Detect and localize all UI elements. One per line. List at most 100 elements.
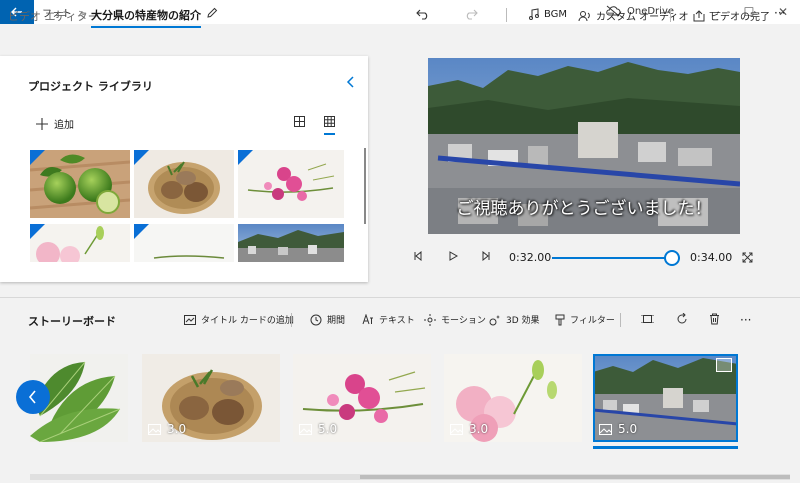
3d-effects-button[interactable]: 3D 効果 <box>489 313 540 326</box>
resize-icon <box>641 315 654 323</box>
library-item-lisianthus[interactable] <box>30 224 130 262</box>
clip-duration-value: 3.0 <box>167 422 187 436</box>
bgm-button[interactable]: BGM <box>528 8 567 20</box>
filters-button[interactable]: フィルター <box>555 313 615 326</box>
filters-label: フィルター <box>570 316 615 326</box>
grid-small-icon <box>324 116 335 127</box>
redo-button[interactable] <box>464 8 478 20</box>
rotate-icon <box>677 313 687 324</box>
finish-video-label: ビデオの完了 <box>710 12 770 23</box>
storyboard-divider <box>0 297 800 298</box>
redo-icon <box>466 9 478 20</box>
citrus-photo <box>30 150 130 218</box>
rename-button[interactable] <box>206 7 218 22</box>
motion-icon <box>424 313 436 326</box>
resize-button[interactable] <box>641 313 654 325</box>
undo-icon <box>416 9 428 20</box>
duration-label: 期間 <box>327 316 346 326</box>
clip-duration: 5.0 <box>299 422 337 436</box>
storyboard-more-button[interactable]: ··· <box>740 313 751 327</box>
clip-duration-value: 5.0 <box>618 422 638 436</box>
clip-select-checkbox[interactable] <box>716 358 732 372</box>
seek-slider[interactable] <box>552 250 681 266</box>
bgm-label: BGM <box>544 8 568 20</box>
video-preview[interactable]: ご視聴ありがとうございました！ <box>428 58 740 234</box>
custom-audio-label: カスタム オーディオ <box>596 12 689 23</box>
clip-duration-value: 3.0 <box>469 422 489 436</box>
motion-button[interactable]: モーション <box>424 313 486 326</box>
library-item-shiitake[interactable] <box>134 150 234 218</box>
command-bar <box>0 24 800 54</box>
music-note-icon <box>529 8 539 20</box>
storyboard-scrollbar-thumb[interactable] <box>360 475 790 479</box>
more-icon: ··· <box>774 6 786 20</box>
library-item-cityscape[interactable] <box>238 224 344 262</box>
add-title-card-label: タイトル カードの追加 <box>201 316 294 326</box>
custom-audio-button[interactable]: カスタム オーディオ <box>578 8 688 23</box>
storyboard-scroll-left-button[interactable] <box>16 380 50 414</box>
3d-effects-label: 3D 効果 <box>506 316 540 326</box>
image-icon <box>299 423 312 435</box>
library-item-citrus[interactable] <box>30 150 130 218</box>
in-use-flag <box>30 150 45 165</box>
storyboard-title: ストーリーボード <box>28 315 116 328</box>
add-title-card-button[interactable]: タイトル カードの追加 <box>184 313 294 326</box>
clock-icon <box>310 314 322 325</box>
library-scrollbar[interactable] <box>364 148 366 224</box>
text-button[interactable]: テキスト <box>362 313 415 326</box>
add-media-label: 追加 <box>54 120 74 131</box>
duration-button[interactable]: 期間 <box>310 313 345 326</box>
seek-slider-progress <box>552 257 673 259</box>
text-icon <box>362 314 373 325</box>
custom-audio-icon <box>578 10 590 21</box>
total-time: 0:34.00 <box>690 251 733 264</box>
text-label: テキスト <box>379 316 415 326</box>
selected-clip-indicator <box>593 446 738 449</box>
seek-slider-thumb[interactable] <box>664 250 681 266</box>
clip-duration-value: 5.0 <box>318 422 338 436</box>
in-use-flag <box>30 224 45 239</box>
storyboard-clip-5[interactable]: 5.0 <box>593 354 738 442</box>
undo-button[interactable] <box>416 8 430 20</box>
shiitake-photo <box>134 150 234 218</box>
storyboard-clip-3[interactable]: 5.0 <box>293 354 431 442</box>
step-back-icon <box>414 250 422 262</box>
library-item-white[interactable] <box>134 224 234 262</box>
export-icon <box>693 9 705 21</box>
expand-icon <box>742 252 753 263</box>
plus-icon <box>36 117 48 130</box>
storyboard-clip-2[interactable]: 3.0 <box>142 354 280 442</box>
rotate-button[interactable] <box>676 313 688 325</box>
add-media-button[interactable]: 追加 <box>36 116 74 131</box>
small-grid-view-button[interactable] <box>324 116 335 135</box>
toolbar-divider <box>506 8 507 22</box>
toolbar-divider <box>291 313 292 327</box>
more-options-button[interactable]: ··· <box>774 6 785 20</box>
in-use-flag <box>238 150 253 165</box>
next-frame-button[interactable] <box>481 250 491 264</box>
collapse-library-button[interactable] <box>346 76 356 92</box>
video-caption: ご視聴ありがとうございました！ <box>456 199 712 219</box>
storyboard-clip-4[interactable]: 3.0 <box>444 354 582 442</box>
more-icon: ··· <box>740 313 752 327</box>
previous-frame-button[interactable] <box>413 250 423 264</box>
clip-duration: 3.0 <box>450 422 488 436</box>
finish-video-button[interactable]: ビデオの完了 <box>693 8 770 23</box>
toolbar-divider <box>620 313 621 327</box>
toolbar-divider <box>670 8 671 22</box>
in-use-flag <box>134 224 149 239</box>
current-time: 0:32.00 <box>509 251 552 264</box>
storyboard-scrollbar[interactable] <box>30 474 790 480</box>
cityscape-photo <box>238 224 344 262</box>
library-item-flowers[interactable] <box>238 150 344 218</box>
image-icon <box>599 423 612 435</box>
filter-brush-icon <box>555 314 565 325</box>
delete-button[interactable] <box>709 313 720 325</box>
trash-icon <box>710 313 719 325</box>
motion-label: モーション <box>441 316 486 326</box>
title-card-icon <box>184 314 196 325</box>
fullscreen-button[interactable] <box>742 252 753 266</box>
large-grid-view-button[interactable] <box>294 116 305 130</box>
project-library-panel: プロジェクト ライブラリ 追加 <box>0 56 368 282</box>
play-button[interactable] <box>448 251 459 264</box>
